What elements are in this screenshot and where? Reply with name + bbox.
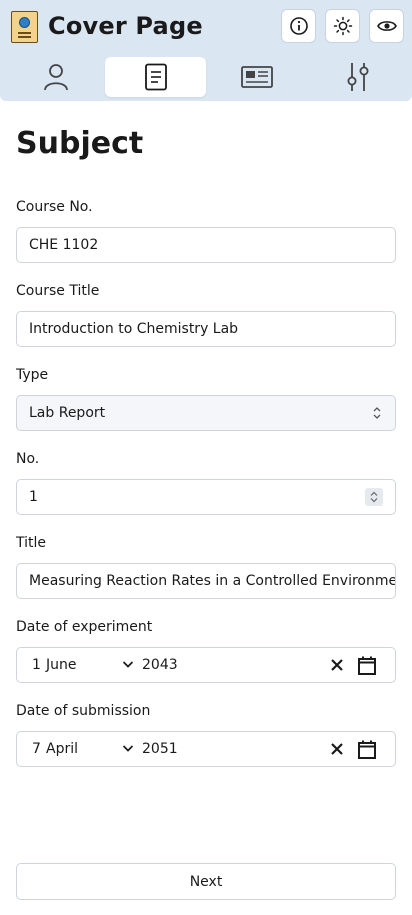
date-submission-picker[interactable]: 7 April 2051 xyxy=(16,731,396,767)
app-logo-icon xyxy=(11,11,38,43)
number-spinner[interactable] xyxy=(365,488,383,506)
next-button[interactable]: Next xyxy=(16,863,396,900)
sliders-icon xyxy=(347,63,368,91)
tab-card[interactable] xyxy=(206,57,307,97)
type-select[interactable]: Lab Report xyxy=(16,395,396,431)
date-submission-year[interactable]: 2051 xyxy=(142,741,178,757)
title-label: Title xyxy=(16,535,47,551)
course-title-input[interactable]: Introduction to Chemistry Lab xyxy=(16,311,396,347)
tab-bar xyxy=(0,53,412,101)
tab-person[interactable] xyxy=(5,57,106,97)
spinner-arrows-icon xyxy=(370,491,378,503)
course-no-label: Course No. xyxy=(16,199,93,215)
date-submission-label: Date of submission xyxy=(16,703,151,719)
number-value: 1 xyxy=(29,489,38,505)
date-experiment-day[interactable]: 1 xyxy=(32,657,41,673)
info-icon xyxy=(289,17,308,35)
app-header: Cover Page xyxy=(0,0,412,53)
course-no-input[interactable]: CHE 1102 xyxy=(16,227,396,263)
calendar-icon[interactable] xyxy=(358,740,376,759)
updown-arrows-icon xyxy=(373,407,381,419)
date-experiment-picker[interactable]: 1 June 2043 xyxy=(16,647,396,683)
date-submission-day[interactable]: 7 xyxy=(32,741,41,757)
date-experiment-label: Date of experiment xyxy=(16,619,153,635)
clear-icon[interactable] xyxy=(330,658,344,672)
calendar-icon[interactable] xyxy=(358,656,376,675)
person-icon xyxy=(43,64,68,91)
document-icon xyxy=(144,63,167,91)
info-button[interactable] xyxy=(281,9,316,43)
sun-icon xyxy=(333,16,352,36)
tab-settings[interactable] xyxy=(307,57,408,97)
clear-icon[interactable] xyxy=(330,742,344,756)
chevron-down-icon[interactable] xyxy=(122,744,134,753)
theme-toggle-button[interactable] xyxy=(325,9,360,43)
type-label: Type xyxy=(16,367,49,383)
type-select-value: Lab Report xyxy=(29,405,106,421)
date-submission-month[interactable]: April xyxy=(46,741,78,757)
app-title: Cover Page xyxy=(48,12,203,40)
number-input[interactable]: 1 xyxy=(16,479,396,515)
date-experiment-year[interactable]: 2043 xyxy=(142,657,178,673)
eye-icon xyxy=(376,21,397,31)
id-card-icon xyxy=(240,66,273,88)
preview-button[interactable] xyxy=(369,9,404,43)
chevron-down-icon[interactable] xyxy=(122,660,134,669)
title-input[interactable]: Measuring Reaction Rates in a Controlled… xyxy=(16,563,396,599)
number-label: No. xyxy=(16,451,40,467)
date-experiment-month[interactable]: June xyxy=(46,657,77,673)
section-title: Subject xyxy=(16,126,144,161)
tab-subject[interactable] xyxy=(105,57,206,97)
course-title-label: Course Title xyxy=(16,283,100,299)
